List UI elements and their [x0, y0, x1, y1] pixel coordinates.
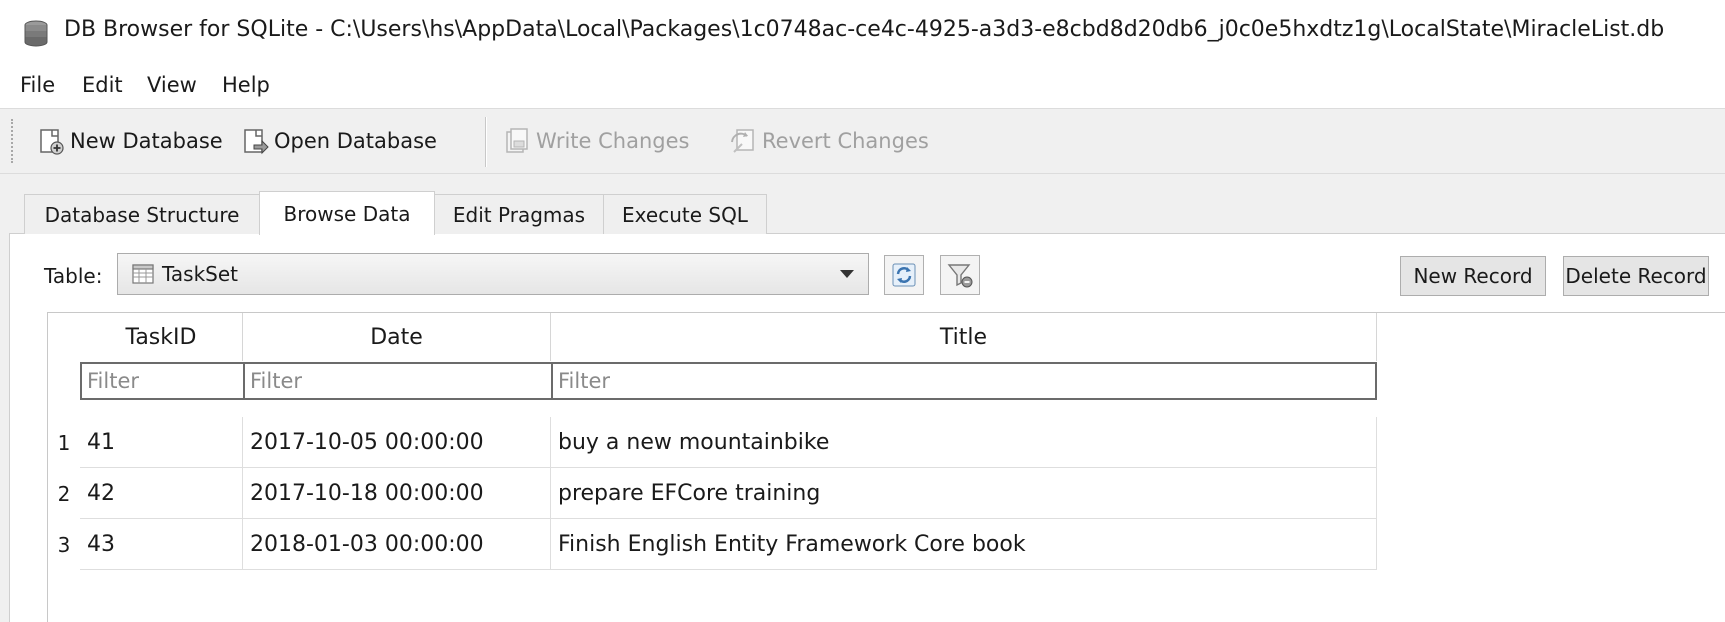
table-select[interactable]: TaskSet	[117, 253, 869, 295]
database-icon	[24, 20, 48, 47]
row-number[interactable]: 2	[48, 468, 80, 519]
row-number[interactable]: 1	[48, 417, 80, 468]
new-database-button[interactable]: New Database	[36, 121, 223, 161]
table-cell-title[interactable]: Finish English Entity Framework Core boo…	[551, 519, 1377, 570]
column-header-title[interactable]: Title	[551, 313, 1377, 361]
table-select-value: TaskSet	[162, 262, 239, 286]
main-toolbar: New Database Open Database Write Changes	[0, 108, 1725, 174]
filter-input-date[interactable]	[243, 362, 553, 400]
filter-input-taskid[interactable]	[80, 362, 245, 400]
tab-edit-pragmas[interactable]: Edit Pragmas	[434, 194, 604, 234]
new-database-label: New Database	[70, 129, 223, 153]
toolbar-grip[interactable]	[11, 119, 17, 163]
table-cell-title[interactable]: prepare EFCore training	[551, 468, 1377, 519]
delete-record-button[interactable]: Delete Record	[1563, 256, 1709, 296]
refresh-button[interactable]	[884, 255, 924, 295]
write-changes-label: Write Changes	[536, 129, 690, 153]
row-number[interactable]: 3	[48, 519, 80, 570]
write-changes-button[interactable]: Write Changes	[502, 121, 689, 161]
table-cell-date[interactable]: 2017-10-18 00:00:00	[243, 468, 551, 519]
clear-filters-button[interactable]	[940, 255, 980, 295]
menu-help[interactable]: Help	[222, 73, 270, 97]
window-title: DB Browser for SQLite - C:\Users\hs\AppD…	[64, 17, 1665, 42]
column-header-taskid[interactable]: TaskID	[80, 313, 243, 361]
table-cell-title[interactable]: buy a new mountainbike	[551, 417, 1377, 468]
table-cell-taskid[interactable]: 41	[80, 417, 243, 468]
table-label: Table:	[44, 264, 103, 288]
menu-edit[interactable]: Edit	[82, 73, 123, 97]
new-database-icon	[40, 129, 64, 155]
revert-changes-button[interactable]: Revert Changes	[728, 121, 929, 161]
data-grid: TaskID Date Title 1 41 2017-10-05 00:00:…	[47, 312, 1725, 622]
title-bar: DB Browser for SQLite - C:\Users\hs\AppD…	[0, 0, 1725, 64]
table-cell-date[interactable]: 2017-10-05 00:00:00	[243, 417, 551, 468]
table-icon	[132, 264, 154, 284]
table-cell-date[interactable]: 2018-01-03 00:00:00	[243, 519, 551, 570]
open-database-button[interactable]: Open Database	[240, 121, 437, 161]
tab-execute-sql[interactable]: Execute SQL	[603, 194, 767, 234]
revert-changes-icon	[731, 129, 754, 153]
column-header-date[interactable]: Date	[243, 313, 551, 361]
menu-bar: File Edit View Help	[0, 64, 1725, 108]
main-tabs: Database Structure Browse Data Edit Prag…	[0, 191, 1725, 235]
toolbar-separator	[485, 117, 487, 167]
menu-view[interactable]: View	[147, 73, 197, 97]
filter-input-title[interactable]	[551, 362, 1377, 400]
menu-file[interactable]: File	[20, 73, 55, 97]
tab-database-structure[interactable]: Database Structure	[24, 194, 260, 234]
chevron-down-icon[interactable]	[840, 270, 854, 278]
open-database-icon	[244, 129, 269, 155]
new-record-button[interactable]: New Record	[1400, 256, 1546, 296]
clear-filter-icon	[947, 264, 973, 288]
table-cell-taskid[interactable]: 42	[80, 468, 243, 519]
table-cell-taskid[interactable]: 43	[80, 519, 243, 570]
refresh-icon	[892, 263, 916, 287]
write-changes-icon	[506, 128, 528, 153]
open-database-label: Open Database	[274, 129, 437, 153]
tab-browse-data[interactable]: Browse Data	[259, 191, 435, 235]
revert-changes-label: Revert Changes	[762, 129, 929, 153]
app-window: DB Browser for SQLite - C:\Users\hs\AppD…	[0, 0, 1725, 622]
